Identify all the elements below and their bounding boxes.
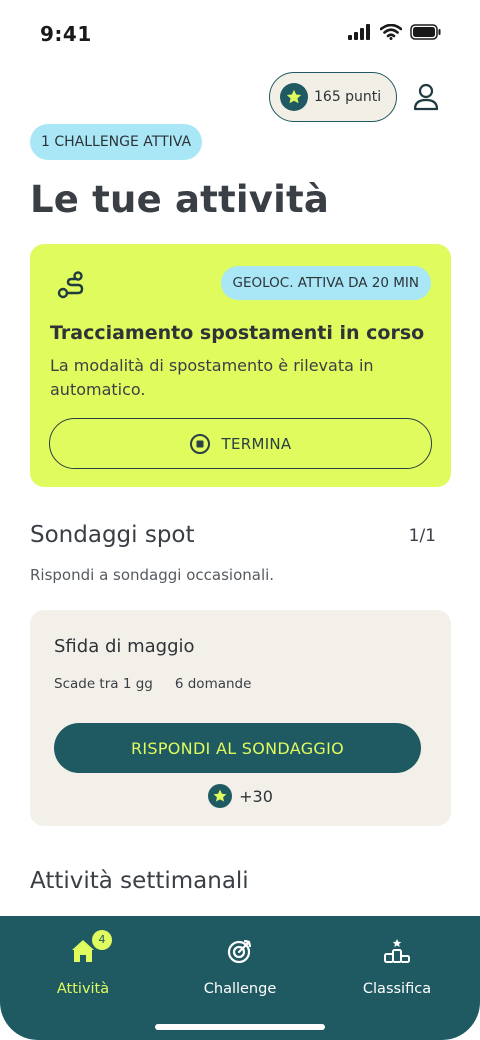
survey-meta: Scade tra 1 gg 6 domande bbox=[54, 676, 251, 692]
tracking-description: La modalità di spostamento è rilevata in… bbox=[50, 356, 374, 399]
tracking-card: GEOLOC. ATTIVA DA 20 MIN Tracciamento sp… bbox=[30, 244, 451, 487]
spot-surveys-subtitle: Rispondi a sondaggi occasionali. bbox=[30, 566, 275, 584]
target-icon bbox=[225, 936, 255, 966]
podium-icon bbox=[382, 936, 412, 966]
page-title: Le tue attività bbox=[30, 178, 330, 221]
survey-expiry: Scade tra 1 gg bbox=[54, 676, 153, 692]
tab-classifica[interactable]: Classifica bbox=[317, 936, 477, 1016]
profile-icon[interactable] bbox=[412, 82, 440, 112]
bottom-tab-bar: 4 Attività Challenge Classifica bbox=[0, 916, 480, 1040]
active-challenge-badge: 1 CHALLENGE ATTIVA bbox=[30, 124, 203, 160]
route-icon bbox=[57, 271, 84, 299]
tab-label: Classifica bbox=[362, 981, 432, 997]
notification-badge: 4 bbox=[92, 930, 112, 950]
status-time: 9:41 bbox=[40, 22, 92, 46]
tab-attivita[interactable]: 4 Attività bbox=[3, 930, 163, 1016]
tab-label: Challenge bbox=[203, 981, 277, 997]
spot-surveys-title: Sondaggi spot bbox=[30, 522, 195, 548]
tab-label: Attività bbox=[56, 981, 110, 997]
header: 165 punti bbox=[0, 72, 480, 122]
stop-icon bbox=[190, 433, 211, 454]
stop-button-label: TERMINA bbox=[221, 434, 292, 453]
points-label: 165 punti bbox=[314, 89, 382, 105]
wifi-icon bbox=[380, 24, 402, 40]
survey-card[interactable]: Sfida di maggio Scade tra 1 gg 6 domande… bbox=[30, 610, 451, 826]
status-icons bbox=[348, 24, 442, 40]
reward-points: +30 bbox=[239, 786, 273, 806]
star-icon bbox=[280, 83, 308, 111]
home-indicator bbox=[155, 1024, 325, 1030]
tab-challenge[interactable]: Challenge bbox=[160, 936, 320, 1016]
geolocation-status-badge: GEOLOC. ATTIVA DA 20 MIN bbox=[220, 266, 431, 300]
survey-reward: +30 bbox=[30, 784, 451, 808]
status-bar: 9:41 bbox=[0, 0, 480, 64]
weekly-activities-title: Attività settimanali bbox=[30, 868, 249, 894]
battery-icon bbox=[410, 24, 441, 40]
tracking-title: Tracciamento spostamenti in corso bbox=[50, 322, 425, 344]
survey-question-count: 6 domande bbox=[174, 676, 252, 692]
points-pill[interactable]: 165 punti bbox=[269, 72, 397, 122]
home-icon: 4 bbox=[68, 930, 112, 966]
signal-icon bbox=[348, 24, 370, 40]
answer-survey-button[interactable]: RISPONDI AL SONDAGGIO bbox=[54, 723, 421, 773]
stop-tracking-button[interactable]: TERMINA bbox=[49, 418, 432, 469]
spot-surveys-counter: 1/1 bbox=[408, 526, 436, 546]
survey-title: Sfida di maggio bbox=[54, 636, 195, 657]
star-icon bbox=[208, 784, 233, 808]
